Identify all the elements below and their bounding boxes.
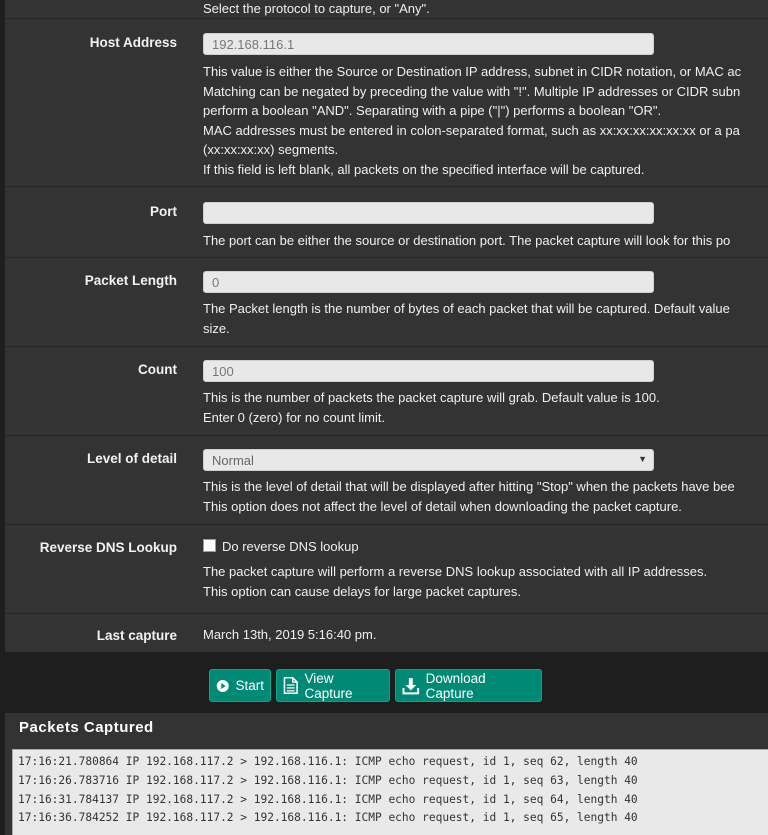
level-of-detail-label: Level of detail [86, 451, 177, 466]
count-help: This is the number of packets the packet… [203, 390, 660, 425]
dropdown-arrow-icon: ▼ [638, 454, 647, 464]
host-address-help: This value is either the Source or Desti… [203, 64, 742, 177]
host-address-label: Host Address [89, 35, 177, 50]
level-of-detail-selected: Normal [212, 453, 254, 468]
packet-length-help: The Packet length is the number of bytes… [203, 301, 730, 336]
packets-log-textarea[interactable]: 17:16:21.780864 IP 192.168.117.2 > 192.1… [12, 749, 768, 835]
count-label: Count [138, 362, 177, 377]
port-help: The port can be either the source or des… [203, 233, 731, 248]
packet-line: 17:16:26.783716 IP 192.168.117.2 > 192.1… [18, 773, 638, 787]
packets-captured-header: Packets Captured [5, 713, 768, 743]
port-input[interactable] [203, 202, 654, 224]
count-input[interactable] [203, 360, 654, 382]
row-protocol: Select the protocol to capture, or "Any"… [5, 0, 768, 19]
protocol-help: Select the protocol to capture, or "Any"… [203, 1, 430, 16]
row-last-capture: Last capture March 13th, 2019 5:16:40 pm… [5, 614, 768, 652]
view-capture-button[interactable]: View Capture [276, 669, 390, 702]
packet-line: 17:16:31.784137 IP 192.168.117.2 > 192.1… [18, 792, 638, 806]
reverse-dns-checkbox[interactable] [203, 539, 216, 552]
reverse-dns-label: Reverse DNS Lookup [39, 540, 177, 555]
level-of-detail-select[interactable]: Normal ▼ [203, 449, 654, 471]
download-capture-button[interactable]: Download Capture [395, 669, 542, 702]
download-icon [402, 677, 420, 694]
packet-length-input[interactable] [203, 271, 654, 293]
packets-captured-panel: 17:16:21.780864 IP 192.168.117.2 > 192.1… [5, 743, 768, 835]
play-icon [216, 679, 229, 692]
packet-line: 17:16:21.780864 IP 192.168.117.2 > 192.1… [18, 755, 638, 768]
row-level-of-detail: Level of detail Normal ▼ This is the lev… [5, 436, 768, 525]
packet-capture-form: Select the protocol to capture, or "Any"… [5, 0, 768, 652]
packet-line: 17:16:36.784252 IP 192.168.117.2 > 192.1… [18, 811, 638, 825]
row-host-address: Host Address This value is either the So… [5, 18, 768, 187]
port-label: Port [150, 204, 177, 219]
packet-length-label: Packet Length [84, 273, 177, 288]
last-capture-value: March 13th, 2019 5:16:40 pm. [203, 627, 377, 642]
document-icon [283, 676, 298, 695]
reverse-dns-checkbox-wrap[interactable]: Do reverse DNS lookup [203, 537, 359, 557]
packets-captured-title: Packets Captured [19, 719, 154, 736]
start-button[interactable]: Start [209, 669, 271, 702]
reverse-dns-checkbox-label[interactable]: Do reverse DNS lookup [222, 539, 359, 554]
level-of-detail-help: This is the level of detail that will be… [203, 479, 735, 514]
row-count: Count This is the number of packets the … [5, 347, 768, 436]
row-port: Port The port can be either the source o… [5, 187, 768, 258]
last-capture-label: Last capture [96, 628, 177, 643]
row-packet-length: Packet Length The Packet length is the n… [5, 258, 768, 347]
row-reverse-dns: Reverse DNS Lookup Do reverse DNS lookup… [5, 525, 768, 614]
reverse-dns-help: The packet capture will perform a revers… [203, 564, 708, 599]
host-address-input[interactable] [203, 33, 654, 55]
